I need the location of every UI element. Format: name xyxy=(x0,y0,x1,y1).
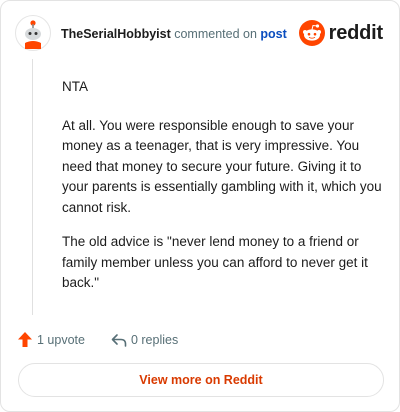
upvote-button[interactable]: 1 upvote xyxy=(17,331,85,348)
user-avatar-icon[interactable] xyxy=(15,15,51,51)
upvote-count: 1 upvote xyxy=(37,332,85,347)
reddit-wordmark: reddit xyxy=(328,21,384,44)
reply-arrow-icon xyxy=(111,333,127,347)
comment-paragraph: NTA xyxy=(62,79,88,94)
replies-button[interactable]: 0 replies xyxy=(111,333,178,347)
thread-line xyxy=(32,59,33,315)
comment-body: NTA At all. You were responsible enough … xyxy=(62,77,384,308)
comment-paragraph: The old advice is "never lend money to a… xyxy=(62,234,368,290)
comment-footer: 1 upvote 0 replies xyxy=(17,331,178,348)
reddit-snoo-icon xyxy=(298,20,325,46)
upvote-arrow-icon xyxy=(18,332,32,347)
reddit-logo[interactable]: reddit xyxy=(298,20,384,46)
comment-header: TheSerialHobbyist commented on post xyxy=(61,26,287,42)
username-link[interactable]: TheSerialHobbyist xyxy=(61,27,171,41)
post-link[interactable]: post xyxy=(260,27,286,41)
action-text: commented on xyxy=(174,27,257,41)
comment-paragraph: At all. You were responsible enough to s… xyxy=(62,117,382,215)
replies-count: 0 replies xyxy=(130,332,179,347)
embedded-comment-card: TheSerialHobbyist commented on post redd… xyxy=(0,0,400,412)
view-more-button[interactable]: View more on Reddit xyxy=(18,363,384,397)
